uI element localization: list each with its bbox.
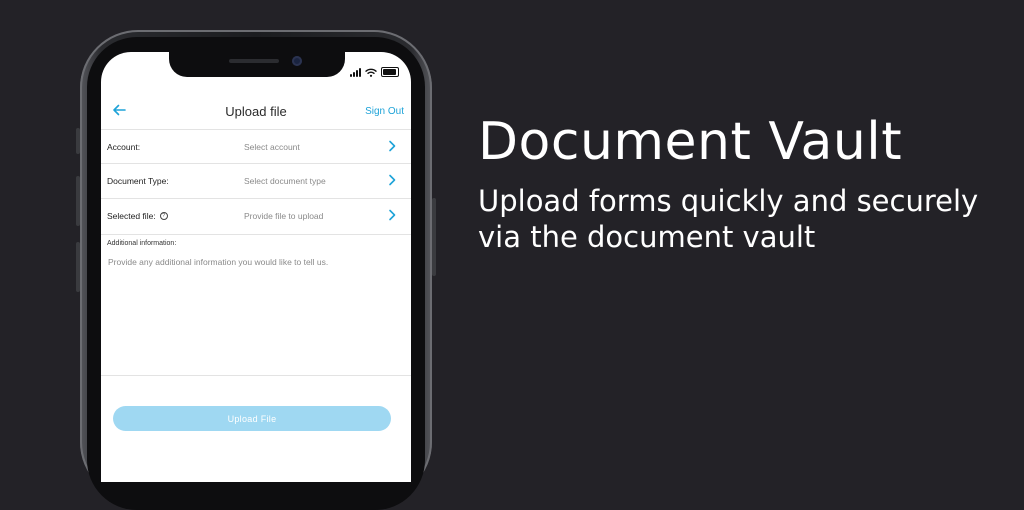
help-icon[interactable]: ? [159, 212, 168, 220]
cellular-signal-icon [350, 68, 361, 77]
status-bar [350, 67, 399, 77]
upload-file-button[interactable]: Upload File [113, 406, 391, 431]
power-button [432, 198, 436, 276]
phone-screen: Upload file Sign Out Account: Select acc… [101, 52, 411, 482]
document-type-select[interactable]: Select document type [244, 176, 326, 186]
speaker-grille [229, 59, 279, 63]
selected-file-row[interactable]: Selected file: ? Provide file to upload [101, 198, 411, 235]
chevron-right-icon [389, 209, 396, 221]
divider [101, 375, 411, 376]
selected-file-label-group: Selected file: ? [107, 211, 168, 221]
notch [169, 52, 345, 77]
additional-info-label: Additional information: [107, 240, 177, 247]
account-label: Account: [107, 142, 141, 152]
mute-switch [76, 128, 80, 154]
account-row[interactable]: Account: Select account [101, 129, 411, 163]
chevron-right-icon [389, 174, 396, 186]
selected-file-select[interactable]: Provide file to upload [244, 211, 323, 221]
selected-file-label: Selected file: [107, 211, 156, 221]
hero-title: Document Vault [478, 112, 903, 172]
volume-up-button [76, 176, 80, 226]
sign-out-link[interactable]: Sign Out [365, 106, 404, 117]
wifi-icon [365, 68, 377, 77]
chevron-right-icon [389, 140, 396, 152]
battery-icon [381, 67, 399, 77]
additional-info-textarea[interactable]: Provide any additional information you w… [108, 257, 328, 267]
document-type-label: Document Type: [107, 176, 169, 186]
hero-subtitle: Upload forms quickly and securely via th… [478, 184, 979, 254]
app-header: Upload file Sign Out [101, 94, 411, 128]
document-type-row[interactable]: Document Type: Select document type [101, 163, 411, 197]
account-select[interactable]: Select account [244, 142, 300, 152]
front-camera [292, 56, 302, 66]
volume-down-button [76, 242, 80, 292]
